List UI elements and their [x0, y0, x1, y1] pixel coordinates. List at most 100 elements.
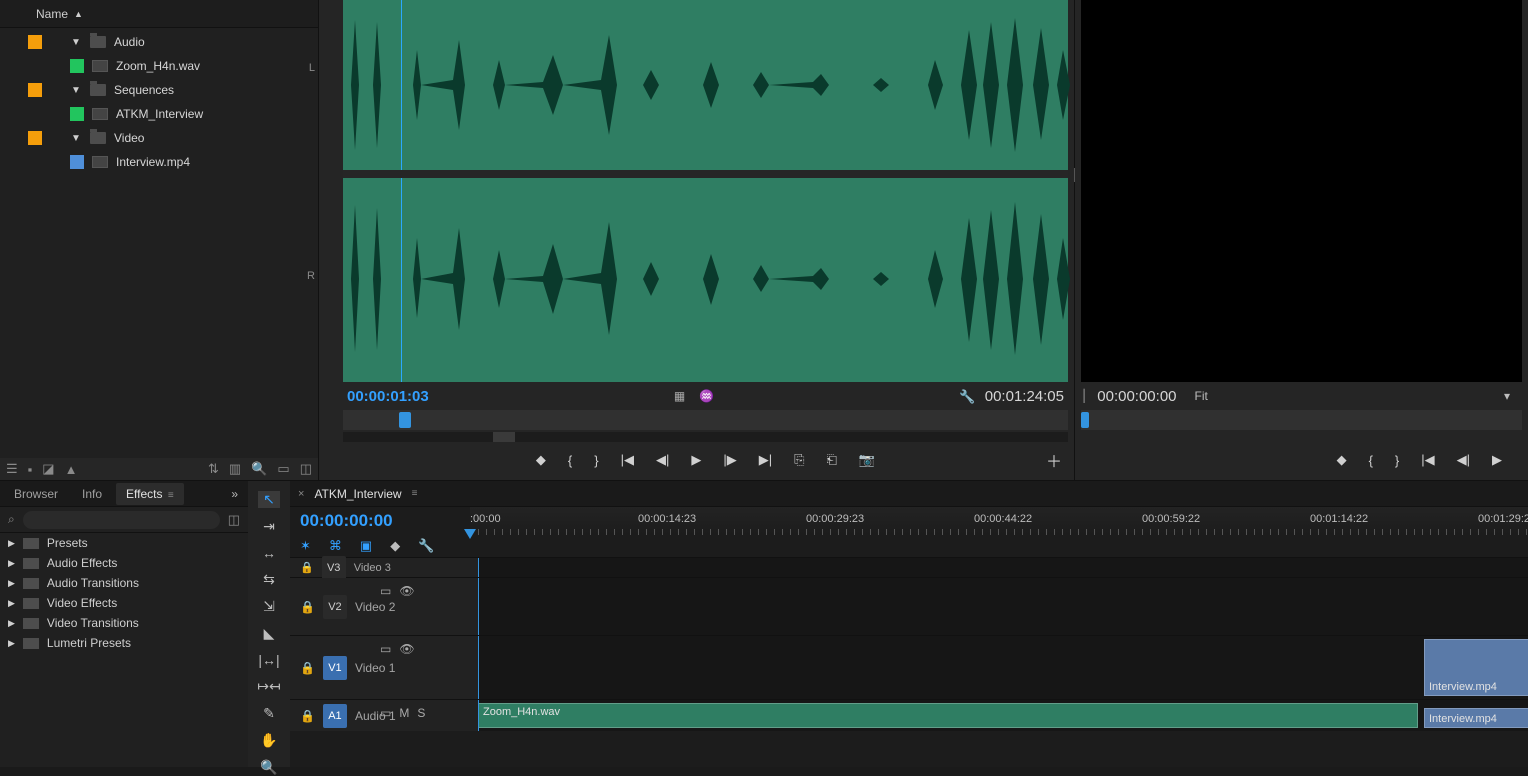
mark-in-icon[interactable]: {	[568, 453, 572, 468]
timeline-playhead-handle[interactable]	[464, 529, 476, 539]
panel-overflow-icon[interactable]: »	[225, 487, 244, 501]
timeline-tab[interactable]: × ATKM_Interview ≡	[290, 481, 1528, 507]
lock-icon[interactable]: 🔒	[300, 661, 315, 675]
tab-info[interactable]: Info	[72, 483, 112, 505]
new-custom-bin-icon[interactable]: ◫	[228, 512, 240, 528]
clip-interview-a1[interactable]: Interview.mp4	[1424, 708, 1528, 728]
panel-menu-icon[interactable]: ≡	[168, 490, 174, 501]
selection-tool-icon[interactable]: ↖	[258, 491, 280, 508]
effects-folder-audio-effects[interactable]: ▶ Audio Effects	[0, 553, 248, 573]
track-output-icon[interactable]: ▭	[380, 584, 391, 598]
close-tab-icon[interactable]: ×	[298, 488, 304, 500]
track-body-v1[interactable]: Interview.mp4	[478, 636, 1528, 699]
tree-folder-video[interactable]: ▼ Video	[0, 126, 318, 150]
timeline-ruler[interactable]: :00:0000:00:14:2300:00:29:2300:00:44:220…	[470, 507, 1528, 535]
go-to-out-icon[interactable]: ▶|	[759, 452, 772, 468]
track-eye-icon[interactable]: 👁	[399, 642, 414, 656]
add-marker-icon[interactable]: ▣	[360, 538, 372, 554]
insert-icon[interactable]: ⎘	[794, 452, 804, 468]
step-back-icon[interactable]: ◀|	[656, 452, 669, 468]
source-waveform[interactable]	[343, 0, 1068, 382]
caret-down-icon[interactable]: ▼	[70, 37, 82, 48]
track-head-v3[interactable]: 🔒 V3 Video 3	[290, 558, 478, 577]
add-marker-icon[interactable]: ◆	[1337, 452, 1347, 468]
tab-effects[interactable]: Effects ≡	[116, 483, 184, 505]
mark-out-icon[interactable]: }	[1395, 453, 1399, 468]
tree-file-zoom-h4n[interactable]: Zoom_H4n.wav	[0, 54, 318, 78]
project-header-name[interactable]: Name ▲	[0, 0, 318, 28]
mark-in-icon[interactable]: {	[1369, 453, 1373, 468]
effects-folder-presets[interactable]: ▶ Presets	[0, 533, 248, 553]
program-tc[interactable]: 00:00:00:00	[1097, 388, 1176, 405]
tab-browser[interactable]: Browser	[4, 483, 68, 505]
drag-video-icon[interactable]: ▦	[674, 389, 685, 403]
track-badge-a1[interactable]: A1	[323, 704, 347, 728]
step-back-icon[interactable]: ◀|	[1457, 452, 1470, 468]
lock-icon[interactable]: 🔒	[300, 561, 314, 574]
track-select-forward-tool-icon[interactable]: ⇥	[258, 518, 280, 535]
new-bin-icon[interactable]: ▭	[277, 461, 289, 477]
settings-wrench-icon[interactable]: 🔧	[959, 389, 975, 404]
lock-icon[interactable]: 🔒	[300, 600, 315, 614]
step-forward-icon[interactable]: |▶	[723, 452, 736, 468]
find-icon[interactable]: 🔍	[251, 461, 267, 477]
timeline-tc[interactable]: 00:00:00:00	[290, 511, 470, 531]
mark-out-icon[interactable]: }	[594, 453, 598, 468]
tree-file-atkm-interview[interactable]: ATKM_Interview	[0, 102, 318, 126]
tree-folder-audio[interactable]: ▼ Audio	[0, 30, 318, 54]
track-head-a1[interactable]: 🔒 A1 Audio 1 ▭ M S	[290, 700, 478, 731]
button-editor-icon[interactable]: ＋	[1046, 448, 1062, 472]
track-output-icon[interactable]: ▭	[380, 706, 391, 720]
program-view[interactable]	[1081, 0, 1522, 382]
effects-folder-lumetri-presets[interactable]: ▶ Lumetri Presets	[0, 633, 248, 653]
effects-folder-video-effects[interactable]: ▶ Video Effects	[0, 593, 248, 613]
track-body-v2[interactable]	[478, 578, 1528, 635]
track-badge-v1[interactable]: V1	[323, 656, 347, 680]
slip-tool-icon[interactable]: |↔|	[258, 652, 280, 668]
effects-search-input[interactable]	[23, 511, 220, 529]
thumbnail-slider-icon[interactable]: ▲	[65, 462, 78, 477]
track-head-v1[interactable]: 🔒 V1 Video 1 ▭ 👁	[290, 636, 478, 699]
go-to-in-icon[interactable]: |◀	[621, 452, 634, 468]
track-mute-icon[interactable]: M	[399, 706, 409, 720]
hand-tool-icon[interactable]: ✋	[258, 732, 280, 749]
panel-menu-icon[interactable]: ≡	[412, 488, 418, 499]
pen-tool-icon[interactable]: ✎	[258, 705, 280, 722]
automate-icon[interactable]: ▥	[229, 461, 241, 477]
ripple-edit-tool-icon[interactable]: ↔	[258, 545, 280, 561]
play-icon[interactable]: ▶	[1492, 452, 1502, 468]
clip-zoom-h4n-a1[interactable]: Zoom_H4n.wav	[478, 703, 1418, 728]
go-to-in-icon[interactable]: |◀	[1421, 452, 1434, 468]
effects-folder-video-transitions[interactable]: ▶ Video Transitions	[0, 613, 248, 633]
track-body-v3[interactable]	[478, 558, 1528, 577]
source-zoom-bar[interactable]	[343, 432, 1068, 442]
track-head-v2[interactable]: 🔒 V2 Video 2 ▭ 👁	[290, 578, 478, 635]
tree-folder-sequences[interactable]: ▼ Sequences	[0, 78, 318, 102]
program-scrub-bar[interactable]	[1081, 410, 1522, 430]
drag-audio-icon[interactable]: ♒	[699, 389, 714, 403]
linked-selection-icon[interactable]: ⌘	[329, 538, 342, 554]
rolling-edit-tool-icon[interactable]: ⇆	[258, 571, 280, 588]
timeline-settings-icon[interactable]: 🔧	[418, 538, 434, 554]
export-frame-icon[interactable]: 📷	[859, 452, 875, 468]
track-solo-icon[interactable]: S	[417, 706, 425, 720]
list-view-icon[interactable]: ☰	[6, 461, 18, 477]
track-badge-v2[interactable]: V2	[323, 595, 347, 619]
caret-down-icon[interactable]: ▼	[70, 133, 82, 144]
sort-icon[interactable]: ⇅	[208, 461, 219, 477]
marker-icon[interactable]: ◆	[390, 538, 400, 554]
tree-file-interview-mp4[interactable]: Interview.mp4	[0, 150, 318, 174]
clip-interview-v1[interactable]: Interview.mp4	[1424, 639, 1528, 696]
effects-folder-audio-transitions[interactable]: ▶ Audio Transitions	[0, 573, 248, 593]
freeform-view-icon[interactable]: ◪	[42, 461, 54, 477]
lock-icon[interactable]: 🔒	[300, 709, 315, 723]
razor-tool-icon[interactable]: ◣	[258, 625, 280, 642]
source-tc-in[interactable]: 00:00:01:03	[343, 388, 429, 405]
source-scrub-bar[interactable]	[343, 410, 1068, 430]
track-badge-v3[interactable]: V3	[322, 556, 346, 580]
slide-tool-icon[interactable]: ↦↤	[258, 678, 280, 695]
source-zoom-thumb[interactable]	[493, 432, 515, 442]
caret-down-icon[interactable]: ▼	[70, 85, 82, 96]
zoom-tool-icon[interactable]: 🔍	[258, 759, 280, 776]
add-marker-icon[interactable]: ◆	[536, 452, 546, 468]
